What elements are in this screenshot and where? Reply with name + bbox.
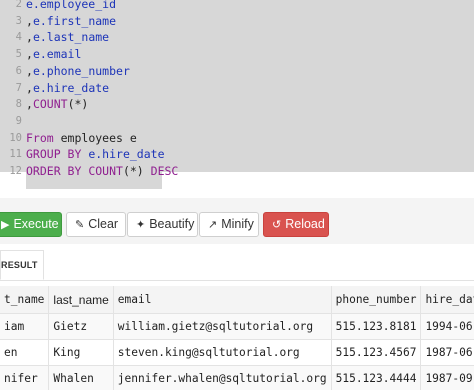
reload-label: Reload xyxy=(285,217,325,231)
table-cell: william.gietz@sqltutorial.org xyxy=(113,313,332,340)
code-token: COUNT xyxy=(88,164,123,178)
code-text: ,e.first_name xyxy=(26,13,116,30)
table-cell: 515.123.4444 xyxy=(331,365,422,390)
compress-icon: ↗ xyxy=(208,219,218,231)
code-token: , xyxy=(26,80,33,95)
column-header[interactable]: t_name xyxy=(0,286,50,314)
table-row[interactable]: iam Gietz william.gietz@sqltutorial.org … xyxy=(0,313,474,340)
beautify-button[interactable]: ✦ Beautify xyxy=(127,212,198,237)
code-token: GROUP BY xyxy=(26,147,82,162)
line-number: 10 xyxy=(9,131,22,144)
eraser-icon: ✎ xyxy=(75,219,85,231)
code-text: GROUP BY e.hire_date xyxy=(26,146,165,163)
table-cell: Whalen xyxy=(48,365,114,390)
beautify-label: Beautify xyxy=(149,217,195,231)
line-number: 6 xyxy=(15,64,22,77)
code-token: ORDER BY xyxy=(26,164,82,178)
table-row[interactable]: en King steven.king@sqltutorial.org 515.… xyxy=(0,339,474,366)
code-line: 5 ,e.email xyxy=(0,46,474,63)
line-number: 5 xyxy=(15,48,22,61)
line-number: 4 xyxy=(15,31,22,44)
minify-button[interactable]: ↗ Minify xyxy=(199,212,259,237)
code-text: ,e.email xyxy=(26,46,81,63)
code-line: 12 ORDER BY COUNT(*) DESC xyxy=(0,163,474,180)
table-cell: nifer xyxy=(0,365,50,390)
code-text: ORDER BY COUNT(*) DESC xyxy=(26,163,178,180)
table-cell: Gietz xyxy=(48,313,114,340)
code-line: 11 GROUP BY e.hire_date xyxy=(0,146,474,163)
table-cell: 515.123.8181 xyxy=(331,313,422,340)
code-token: e.first_name xyxy=(32,13,117,28)
code-token: , xyxy=(26,30,33,45)
results-table: t_name last_name email phone_number hire… xyxy=(0,286,474,390)
tab-result-label: RESULT xyxy=(1,260,38,270)
code-text: e.employee_id xyxy=(26,0,116,13)
code-line: 3 ,e.first_name xyxy=(0,13,474,30)
code-line: 10 From employees e xyxy=(0,130,474,147)
code-text: ,e.phone_number xyxy=(26,63,130,80)
line-number: 3 xyxy=(15,14,22,27)
code-token: e.hire_date xyxy=(32,80,110,95)
table-cell: 1987-06-1 xyxy=(420,339,474,366)
table-cell: King xyxy=(48,339,114,366)
code-line: 4 ,e.last_name xyxy=(0,29,474,46)
column-header[interactable]: email xyxy=(113,286,332,314)
code-token: e.phone_number xyxy=(32,63,130,78)
code-token: From xyxy=(26,130,54,145)
code-text: From employees e xyxy=(26,130,137,147)
play-icon: ▶ xyxy=(1,219,10,231)
code-token: , xyxy=(26,63,33,78)
clear-label: Clear xyxy=(88,217,119,231)
table-cell: jennifer.whalen@sqltutorial.org xyxy=(113,365,332,390)
code-token: e.hire_date xyxy=(88,147,165,162)
table-cell: en xyxy=(0,339,50,366)
header-row: t_name last_name email phone_number hire… xyxy=(0,286,474,314)
line-number: 8 xyxy=(15,98,22,111)
line-number: 9 xyxy=(15,114,22,127)
code-line: 6 ,e.phone_number xyxy=(0,63,474,80)
execute-label: Execute xyxy=(13,217,59,231)
table-cell: 1987-09-1 xyxy=(420,365,474,390)
code-token: (*) xyxy=(122,164,151,178)
table-cell: iam xyxy=(0,313,50,340)
table-row[interactable]: nifer Whalen jennifer.whalen@sqltutorial… xyxy=(0,365,474,390)
code-line: 8 ,COUNT(*) xyxy=(0,96,474,113)
line-number: 11 xyxy=(9,148,22,161)
results-panel: t_name last_name email phone_number hire… xyxy=(0,286,474,390)
reload-button[interactable]: ↺ Reload xyxy=(263,212,329,237)
minify-label: Minify xyxy=(221,217,254,231)
wand-icon: ✦ xyxy=(136,219,146,231)
code-token: e.last_name xyxy=(32,30,110,45)
reload-icon: ↺ xyxy=(272,219,282,231)
code-text: ,e.last_name xyxy=(26,29,109,46)
code-line: 2 e.employee_id xyxy=(0,0,474,13)
code-token: e.employee_id xyxy=(26,0,117,11)
line-number: 7 xyxy=(15,81,22,94)
code-token: (*) xyxy=(67,97,89,112)
tab-result[interactable]: RESULT xyxy=(0,250,44,280)
line-number: 2 xyxy=(15,0,22,10)
table-cell: 515.123.4567 xyxy=(331,339,422,366)
clear-button[interactable]: ✎ Clear xyxy=(66,212,126,237)
column-header[interactable]: last_name xyxy=(48,286,114,314)
column-header[interactable]: hire_date xyxy=(420,286,474,314)
result-tabs xyxy=(0,244,474,281)
code-token: , xyxy=(26,13,33,28)
code-text: ,e.hire_date xyxy=(26,80,109,97)
code-line: 9 xyxy=(0,113,474,130)
column-header[interactable]: phone_number xyxy=(331,286,422,314)
code-token: DESC xyxy=(150,164,179,178)
code-token: , xyxy=(26,47,33,62)
code-text: ,COUNT(*) xyxy=(26,96,88,113)
table-cell: 1994-06-0 xyxy=(420,313,474,340)
execute-button[interactable]: ▶ Execute xyxy=(0,212,62,237)
code-token: employees e xyxy=(53,130,137,145)
table-cell: steven.king@sqltutorial.org xyxy=(113,339,332,366)
code-token: , xyxy=(26,97,33,112)
sql-editor[interactable]: 2 e.employee_id 3 ,e.first_name 4 ,e.last_nam… xyxy=(0,0,474,198)
code-token: e.email xyxy=(32,47,82,62)
code-line: 7 ,e.hire_date xyxy=(0,80,474,97)
code-token: COUNT xyxy=(32,97,68,112)
line-number: 12 xyxy=(9,165,22,177)
